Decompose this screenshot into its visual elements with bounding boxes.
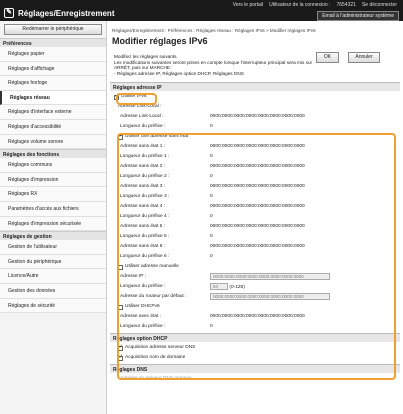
sidebar-heading-management: Réglages de gestion xyxy=(0,231,106,241)
sidebar-item-user-management[interactable]: Gestion de l'utilisateur xyxy=(0,240,106,255)
sidebar-heading-preferences: Préférences xyxy=(0,38,106,47)
sidebar-item-volume[interactable]: Réglages volume sonore xyxy=(0,134,106,150)
prefix-length-value: 0 xyxy=(210,123,213,129)
top-bar: Vers le portail Utilisateur de la connex… xyxy=(0,0,403,21)
breadcrumb: Réglages/Enregistrement : Préférences : … xyxy=(112,28,316,33)
sidebar-item-clock[interactable]: Réglages horloge xyxy=(0,76,106,91)
sidebar-item-display[interactable]: Réglages d'affichage xyxy=(0,61,106,77)
sidebar-heading-functions: Réglages des fonctions xyxy=(0,149,106,159)
logout-link[interactable]: Se déconnecter xyxy=(362,2,397,8)
sidebar-item-printer[interactable]: Réglages d'impression xyxy=(0,172,106,188)
sidebar-item-accessibility[interactable]: Réglages d'accessibilité xyxy=(0,119,106,135)
link-local-value: 0000:0000:0000:0000:0000:0000:0000:0000 xyxy=(210,113,305,119)
sidebar-item-common[interactable]: Réglages communs xyxy=(0,158,106,173)
ip-settings-heading: Réglages adresse IP xyxy=(110,82,400,92)
sidebar-item-secure-print[interactable]: Réglages d'impression sécurisée xyxy=(0,216,106,232)
sidebar-item-license[interactable]: Licence/Autre xyxy=(0,269,106,284)
sidebar-item-external-interface[interactable]: Réglages d'interface externe xyxy=(0,105,106,120)
app-brand: ✎ Réglages/Enregistrement xyxy=(4,8,114,18)
header-links: Vers le portail Utilisateur de la connex… xyxy=(233,2,397,8)
instructions-text: Modifiez les réglages suivants. Les modi… xyxy=(114,54,313,76)
page-title: Modifier réglages IPv6 xyxy=(112,36,208,46)
sidebar-item-data-management[interactable]: Gestion des données xyxy=(0,283,106,299)
link-local-label: Adresse Link-Local : xyxy=(120,113,164,119)
ok-button[interactable]: OK xyxy=(316,52,339,63)
app-title: Réglages/Enregistrement xyxy=(18,8,115,18)
email-admin-button[interactable]: Email à l'administrateur système xyxy=(317,11,399,21)
prefix-length-label: Longueur du préfixe : xyxy=(120,123,166,129)
address-options-highlight xyxy=(117,133,396,380)
login-user-id: 7654321 xyxy=(336,2,356,8)
sidebar-item-network[interactable]: Réglages réseau xyxy=(0,90,106,106)
login-user-label: Utilisateur de la connexion : xyxy=(269,2,331,8)
sidebar-item-paper[interactable]: Réglages papier xyxy=(0,47,106,62)
sidebar: Redémarrer le périphérique Préférences R… xyxy=(0,21,107,414)
use-ipv6-highlight xyxy=(116,93,157,105)
sidebar-item-rx[interactable]: Réglages RX xyxy=(0,187,106,202)
settings-register-icon: ✎ xyxy=(4,8,14,18)
sidebar-item-file-access[interactable]: Paramètres d'accès aux fichiers xyxy=(0,201,106,217)
sidebar-item-device-management[interactable]: Gestion du périphérique xyxy=(0,254,106,270)
sidebar-item-security[interactable]: Réglages de sécurité xyxy=(0,298,106,314)
cancel-button[interactable]: Annuler xyxy=(348,52,380,63)
portal-link[interactable]: Vers le portail xyxy=(233,2,263,8)
restart-device-button[interactable]: Redémarrer le périphérique xyxy=(4,24,102,35)
